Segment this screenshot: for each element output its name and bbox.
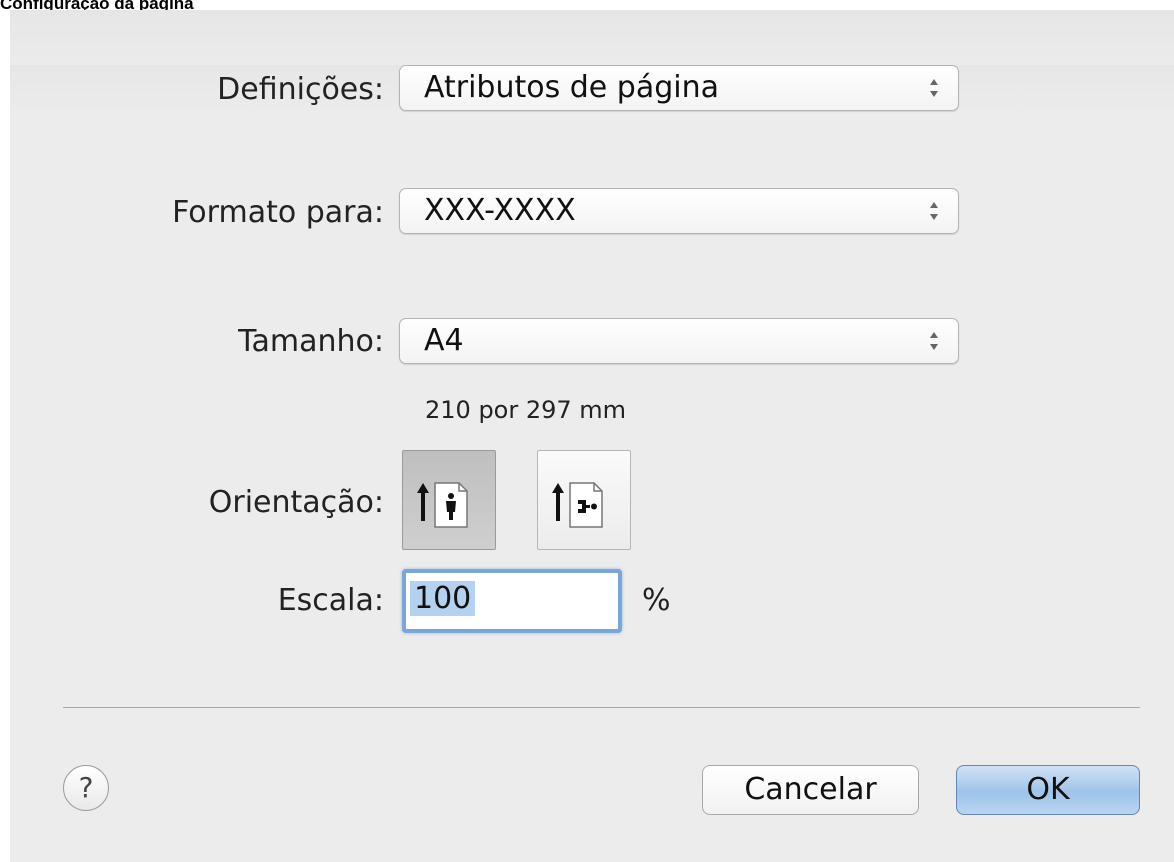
scale-unit: % (642, 583, 671, 618)
landscape-orientation-icon (552, 482, 603, 528)
size-popup[interactable]: A4 (399, 318, 959, 364)
size-popup-value: A4 (424, 323, 464, 358)
settings-popup-value: Atributos de página (424, 70, 720, 105)
portrait-orientation-icon (417, 482, 468, 528)
settings-popup[interactable]: Atributos de página (399, 65, 959, 111)
orientation-landscape-button[interactable] (537, 450, 631, 550)
divider (63, 707, 1140, 708)
settings-label: Definições: (217, 72, 384, 107)
paper-dimensions: 210 por 297 mm (425, 396, 627, 424)
format-label: Formato para: (172, 195, 384, 230)
cancel-button[interactable]: Cancelar (702, 765, 919, 815)
scale-input-value: 100 (410, 581, 476, 616)
orientation-portrait-button[interactable] (402, 450, 496, 550)
size-label: Tamanho: (238, 324, 384, 359)
orientation-label: Orientação: (208, 485, 384, 520)
scale-input[interactable]: 100 (402, 569, 622, 633)
scale-label: Escala: (277, 583, 384, 618)
page-setup-sheet: Definições: Atributos de página Formato … (10, 10, 1174, 862)
popup-arrows-icon (930, 79, 938, 97)
format-popup[interactable]: XXX-XXXX (399, 188, 959, 234)
ok-button[interactable]: OK (956, 765, 1140, 815)
popup-arrows-icon (930, 332, 938, 350)
popup-arrows-icon (930, 202, 938, 220)
help-button[interactable]: ? (63, 765, 109, 811)
format-popup-value: XXX-XXXX (424, 193, 576, 228)
